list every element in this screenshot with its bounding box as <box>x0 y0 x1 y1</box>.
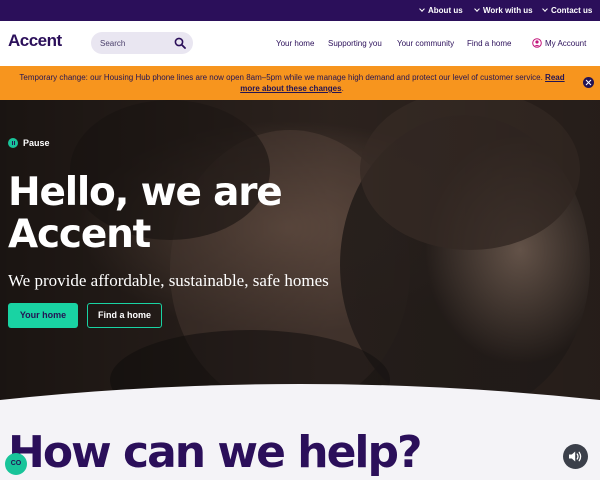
close-alert-button[interactable] <box>583 77 594 88</box>
utility-link-about[interactable]: About us <box>419 0 463 21</box>
utility-link-contact[interactable]: Contact us <box>542 0 593 21</box>
hero-section: Pause Hello, we are Accent We provide af… <box>0 100 600 404</box>
alert-text: Temporary change: our Housing Hub phone … <box>19 73 543 82</box>
chevron-down-icon <box>542 6 548 12</box>
speaker-icon <box>569 451 582 462</box>
pause-icon <box>8 137 18 148</box>
my-account-link[interactable]: My Account <box>532 21 586 66</box>
nav-find-a-home[interactable]: Find a home <box>467 21 511 66</box>
utility-link-label: About us <box>428 6 463 15</box>
audio-toggle-button[interactable] <box>563 444 588 469</box>
search-box <box>91 32 193 54</box>
nav-your-community[interactable]: Your community <box>397 21 454 66</box>
site-logo[interactable]: Accent <box>8 31 62 51</box>
alert-suffix: . <box>341 84 344 93</box>
nav-your-home[interactable]: Your home <box>276 21 314 66</box>
search-icon[interactable] <box>174 37 186 49</box>
alert-message: Temporary change: our Housing Hub phone … <box>14 72 570 94</box>
your-home-button[interactable]: Your home <box>8 303 78 328</box>
user-icon <box>532 38 542 48</box>
hero-title: Hello, we are Accent <box>8 170 283 257</box>
pause-label: Pause <box>23 138 50 148</box>
utility-link-label: Contact us <box>551 6 593 15</box>
site-header: Accent Your home Supporting you Your com… <box>0 21 600 66</box>
alert-banner: Temporary change: our Housing Hub phone … <box>0 66 600 100</box>
nav-supporting-you[interactable]: Supporting you <box>328 21 382 66</box>
cookie-settings-button[interactable]: CO <box>5 453 27 475</box>
my-account-label: My Account <box>545 39 587 48</box>
find-a-home-button[interactable]: Find a home <box>87 303 162 328</box>
hero-subtitle: We provide affordable, sustainable, safe… <box>8 271 329 290</box>
search-input[interactable] <box>100 32 174 54</box>
help-heading: How can we help? <box>8 427 423 478</box>
utility-bar: About us Work with us Contact us <box>0 0 600 21</box>
utility-link-work[interactable]: Work with us <box>474 0 533 21</box>
hero-curve-divider <box>0 384 600 410</box>
pause-video-button[interactable]: Pause <box>8 137 50 149</box>
utility-link-label: Work with us <box>483 6 533 15</box>
chevron-down-icon <box>474 6 480 12</box>
chevron-down-icon <box>419 6 425 12</box>
